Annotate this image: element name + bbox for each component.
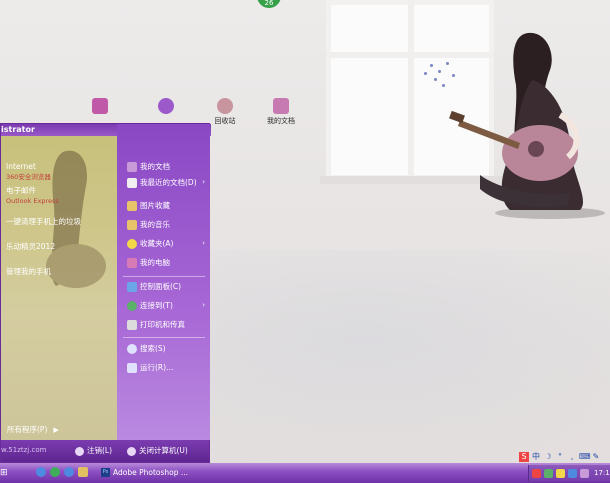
browser-icon — [158, 98, 174, 114]
documents-icon — [127, 162, 137, 172]
desktop-icon-my-documents[interactable]: 我的文档 — [261, 98, 301, 126]
start-right-my-computer[interactable]: 我的电脑 — [127, 257, 209, 268]
control-panel-icon — [127, 282, 137, 292]
task-label: Adobe Photoshop ... — [113, 468, 189, 477]
quicklaunch-ie-icon[interactable] — [36, 467, 46, 477]
desktop-icon-recycle-bin[interactable]: 回收站 — [205, 98, 245, 126]
desktop-icon-label: 回收站 — [214, 117, 236, 125]
moon-icon[interactable]: ☽ — [543, 452, 553, 462]
label: 图片收藏 — [140, 201, 170, 210]
start-menu: Internet 360安全浏览器 电子邮件 Outlook Express 一… — [0, 123, 211, 463]
internet-title: Internet — [6, 162, 36, 171]
start-menu-left-pane: Internet 360安全浏览器 电子邮件 Outlook Express 一… — [1, 124, 117, 440]
quicklaunch-folder-icon[interactable] — [78, 467, 88, 477]
label: 连接到(T) — [140, 301, 173, 310]
comma-icon[interactable]: , — [567, 452, 577, 462]
start-right-recent-documents[interactable]: 我最近的文档(D) › — [127, 177, 209, 188]
pictures-icon — [127, 201, 137, 211]
email-title: 电子邮件 — [6, 186, 36, 195]
language-bar: S 中 ☽ ° , ⌨ ✎ — [519, 450, 601, 463]
logoff-button[interactable]: 注销(L) — [75, 445, 112, 456]
folder-icon — [273, 98, 289, 114]
start-menu-right-pane: 我的文档 我最近的文档(D) › 图片收藏 我的音乐 收藏夹(A) › 我的电脑 控… — [117, 124, 210, 440]
run-icon — [127, 363, 137, 373]
label: 运行(R)... — [140, 363, 174, 372]
start-item-email[interactable]: 电子邮件 Outlook Express — [6, 186, 59, 206]
start-item-ledong[interactable]: 乐动精灵2012 — [6, 242, 55, 252]
label: 控制面板(C) — [140, 282, 182, 291]
start-item-clean-phone[interactable]: 一键清理手机上的垃圾 — [6, 217, 81, 227]
connect-to-icon — [127, 301, 137, 311]
top-badge: 26 — [257, 0, 281, 8]
chevron-right-icon: › — [202, 239, 205, 247]
quicklaunch-ie2-icon[interactable] — [64, 467, 74, 477]
desktop-icon-monitor[interactable] — [80, 98, 120, 116]
start-right-run[interactable]: 运行(R)... — [127, 362, 209, 373]
internet-subtitle: 360安全浏览器 — [6, 173, 51, 181]
start-button[interactable]: ⊞ — [0, 465, 30, 481]
logoff-icon — [75, 446, 84, 456]
taskbar: ⊞ Ps Adobe Photoshop ... 17:1 — [0, 463, 610, 483]
start-right-favorites[interactable]: 收藏夹(A) › — [127, 238, 209, 249]
sogou-icon[interactable]: S — [519, 451, 529, 462]
keyboard-icon[interactable]: ⌨ — [579, 452, 591, 462]
tray-network-icon[interactable] — [544, 468, 553, 478]
start-right-connect-to[interactable]: 连接到(T) › — [127, 300, 209, 311]
chevron-right-icon: › — [202, 178, 205, 186]
email-subtitle: Outlook Express — [6, 197, 59, 205]
label: 打印机和传真 — [140, 320, 185, 329]
wallpaper-girl-with-guitar — [449, 32, 605, 219]
label: 我的电脑 — [140, 258, 170, 267]
pen-icon[interactable]: ✎ — [591, 452, 601, 462]
my-computer-icon — [127, 258, 137, 268]
favorites-star-icon — [127, 239, 137, 249]
desktop-icon-label: 我的文档 — [267, 117, 295, 125]
footer-url: w.51ztzj.com — [1, 446, 47, 454]
tray-volume-icon[interactable] — [568, 468, 577, 478]
label: 关闭计算机(U) — [139, 446, 188, 455]
start-right-search[interactable]: 搜索(S) — [127, 343, 209, 354]
all-programs-button[interactable]: 所有程序(P) ▶ — [7, 424, 59, 435]
tray-security-icon[interactable] — [556, 468, 565, 478]
start-right-printers[interactable]: 打印机和传真 — [127, 319, 209, 330]
music-icon — [127, 220, 137, 230]
windows-logo-icon: ⊞ — [0, 468, 8, 478]
label: 我最近的文档(D) — [140, 178, 197, 187]
shutdown-button[interactable]: 关闭计算机(U) — [127, 445, 188, 456]
printer-icon — [127, 320, 137, 330]
menu-divider — [123, 337, 205, 338]
start-menu-footer: w.51ztzj.com 注销(L) 关闭计算机(U) — [1, 440, 209, 462]
start-right-music[interactable]: 我的音乐 — [127, 219, 209, 230]
tray-sogou-icon[interactable] — [532, 468, 541, 478]
label: 搜索(S) — [140, 344, 166, 353]
monitor-icon — [92, 98, 108, 114]
shutdown-icon — [127, 446, 136, 456]
recycle-bin-icon — [217, 98, 233, 114]
clock[interactable]: 17:1 — [594, 469, 610, 477]
label: 注销(L) — [87, 446, 113, 455]
task-photoshop[interactable]: Ps Adobe Photoshop ... — [99, 465, 219, 480]
start-right-my-documents[interactable]: 我的文档 — [127, 161, 209, 172]
label: 收藏夹(A) — [140, 239, 174, 248]
tray-app-icon[interactable] — [580, 468, 589, 478]
punctuation-icon[interactable]: ° — [555, 452, 565, 462]
start-item-manage-phone[interactable]: 管理我的手机 — [6, 267, 51, 277]
system-tray: 17:1 — [528, 465, 610, 481]
label: 我的文档 — [140, 162, 170, 171]
recent-documents-icon — [127, 178, 137, 188]
quicklaunch-browser-icon[interactable] — [50, 467, 60, 477]
start-item-internet[interactable]: Internet 360安全浏览器 — [6, 162, 51, 182]
start-right-control-panel[interactable]: 控制面板(C) — [127, 281, 209, 292]
desktop-icon-browser[interactable] — [146, 98, 186, 116]
all-programs-label: 所有程序(P) — [7, 425, 48, 434]
label: 我的音乐 — [140, 220, 170, 229]
chinese-mode-icon[interactable]: 中 — [531, 452, 541, 462]
search-icon — [127, 344, 137, 354]
start-right-pictures[interactable]: 图片收藏 — [127, 200, 209, 211]
chevron-right-icon: › — [202, 301, 205, 309]
menu-divider — [123, 276, 205, 277]
photoshop-icon: Ps — [101, 468, 110, 477]
arrow-right-icon: ▶ — [53, 426, 59, 434]
